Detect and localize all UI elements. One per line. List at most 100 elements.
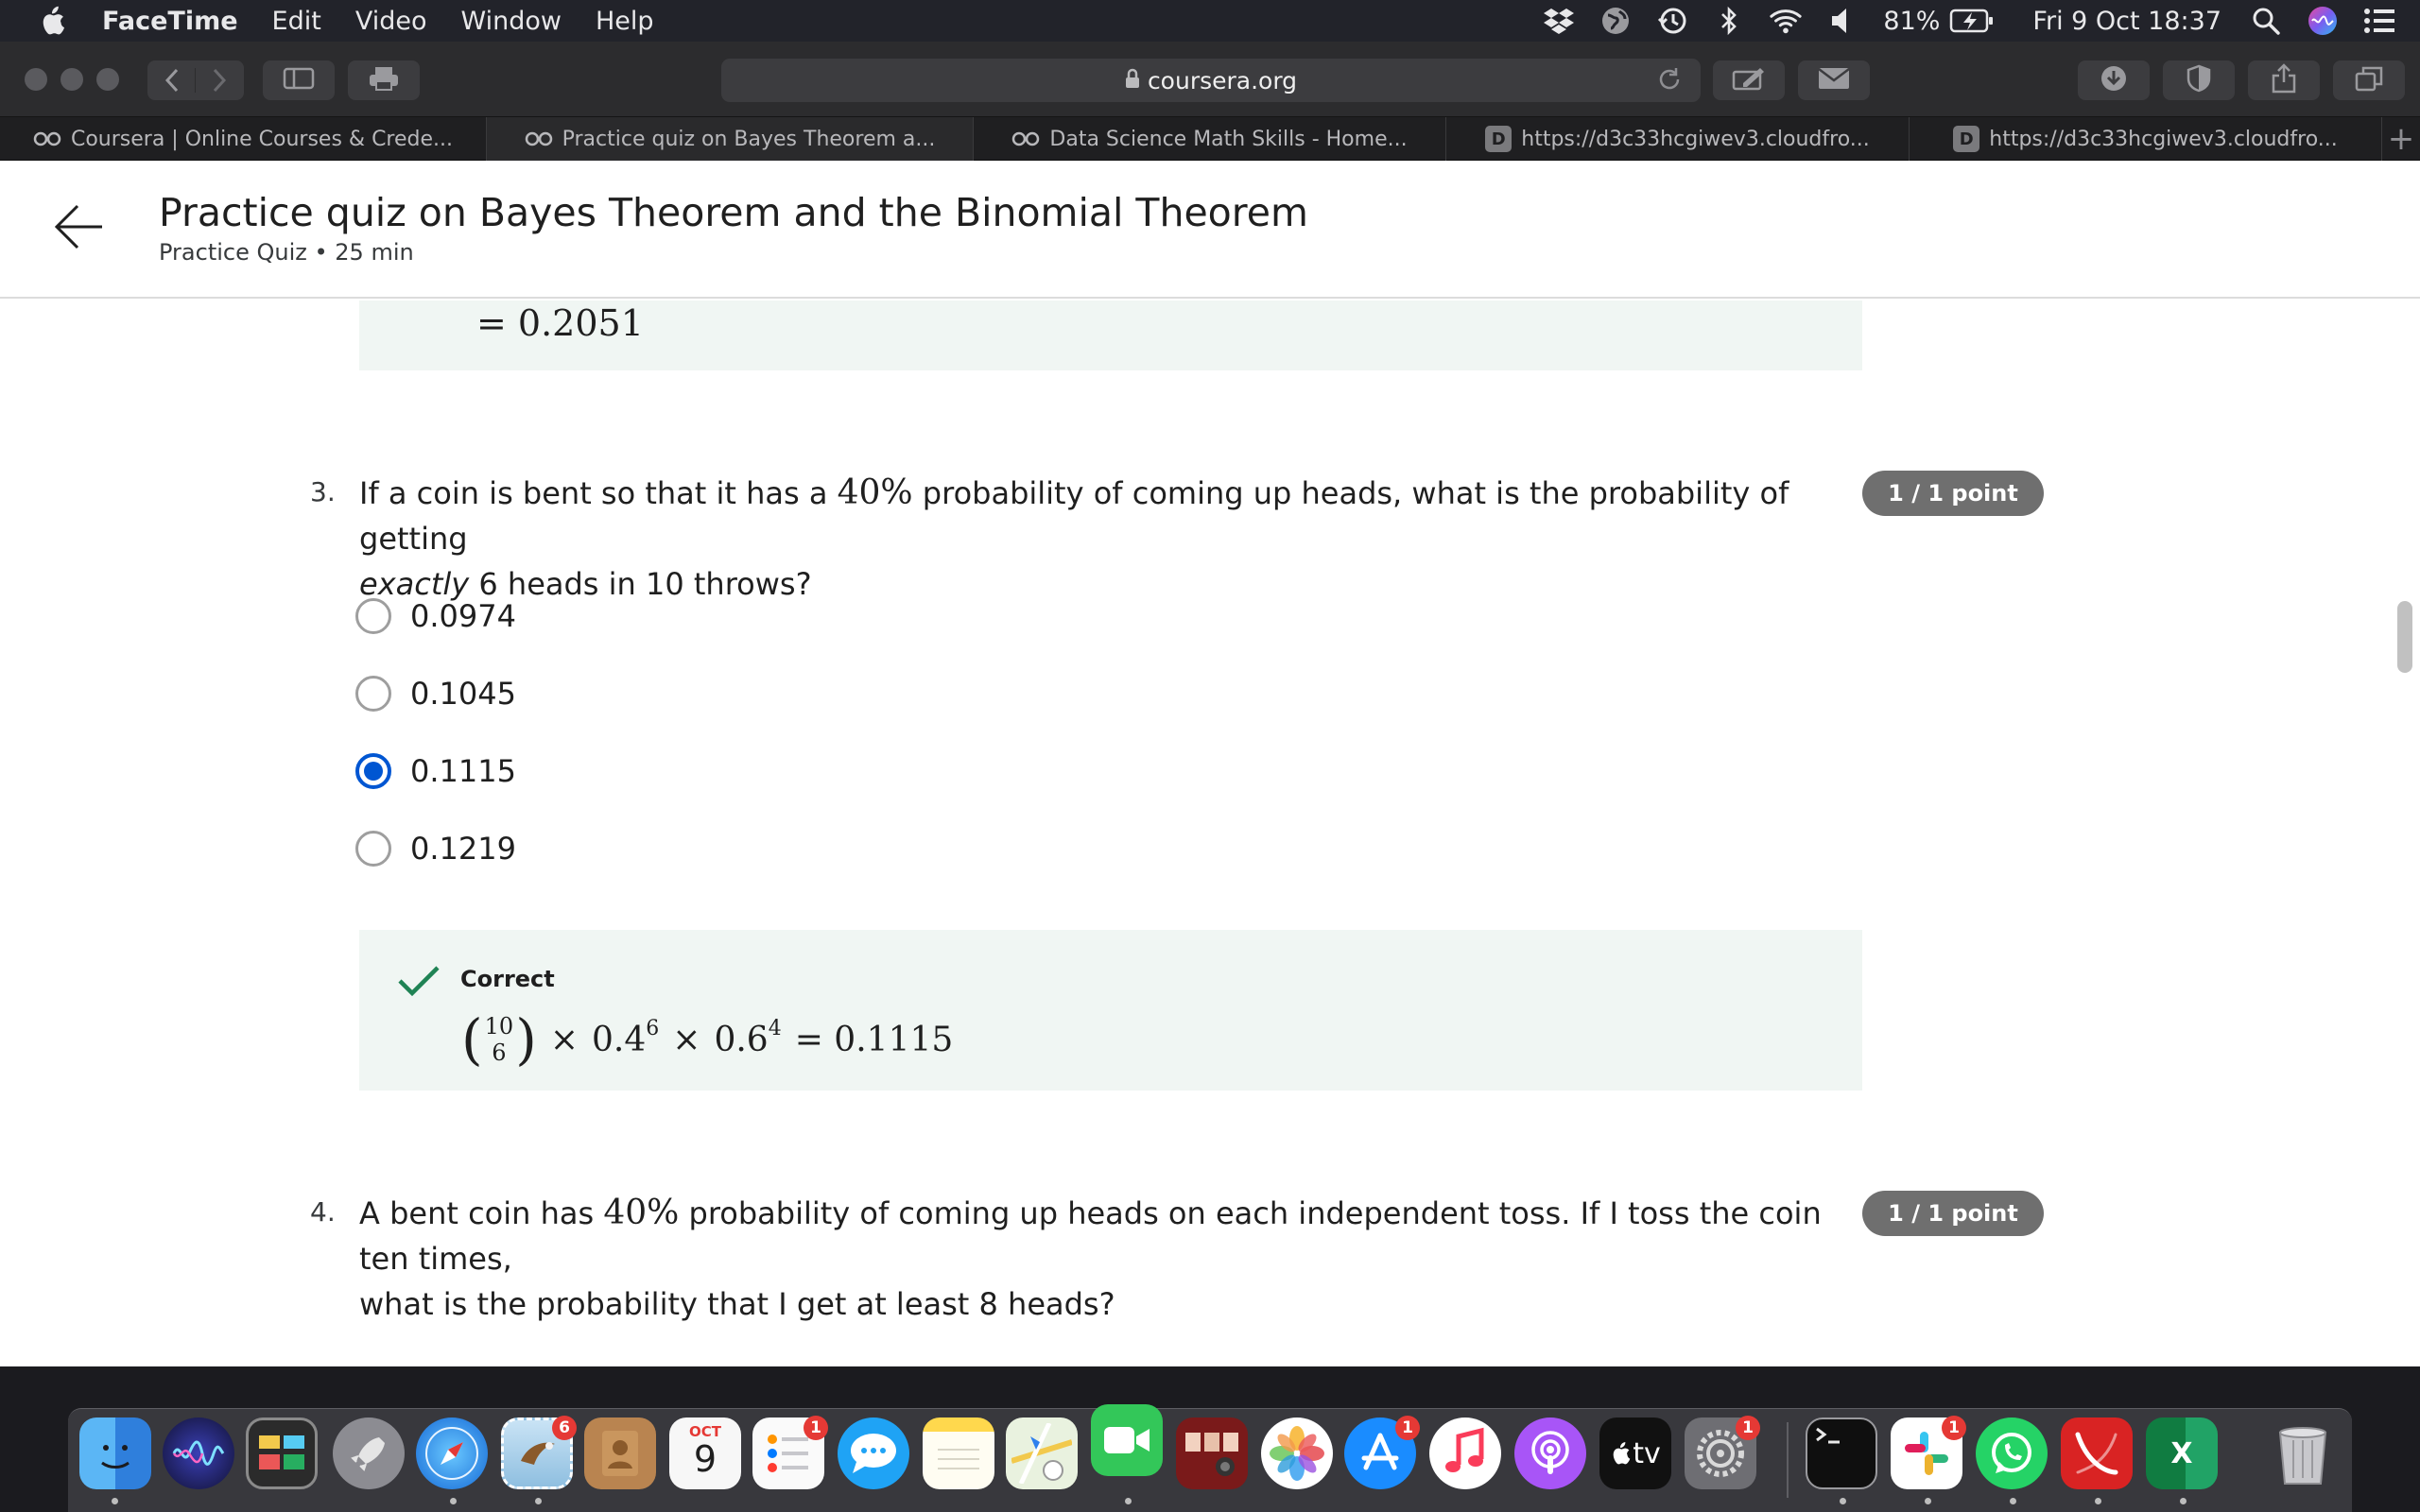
clock[interactable]: Fri 9 Oct 18:37: [2032, 7, 2221, 36]
binomial-left-paren: (: [461, 1007, 483, 1072]
bluetooth-icon[interactable]: [1713, 5, 1745, 37]
tab-label: Coursera | Online Courses & Crede...: [70, 127, 454, 151]
base-2: 0.6: [714, 1020, 769, 1059]
apple-icon[interactable]: [38, 6, 66, 36]
back-forward-buttons: [147, 60, 244, 100]
slack-badge: 1: [1942, 1416, 1966, 1440]
running-indicator: [2095, 1498, 2101, 1504]
markup-button[interactable]: [1713, 60, 1785, 100]
tab-cloudfront-2[interactable]: D https://d3c33hcgiwev3.cloudfro...: [1910, 117, 2382, 161]
radio-button[interactable]: [355, 831, 391, 867]
shield-icon: [2187, 64, 2211, 96]
reload-icon[interactable]: [1655, 65, 1684, 99]
question-3-option-4[interactable]: 0.1219: [355, 826, 516, 871]
photos-icon[interactable]: [1261, 1418, 1333, 1489]
wifi-icon[interactable]: [1770, 5, 1803, 37]
siri-icon[interactable]: [2307, 5, 2339, 37]
close-window-button[interactable]: [25, 68, 47, 91]
tab-cloudfront-1[interactable]: D https://d3c33hcgiwev3.cloudfro...: [1446, 117, 1910, 161]
whatsapp-icon[interactable]: [1976, 1418, 2048, 1489]
d-favicon-icon: D: [1485, 126, 1512, 152]
siri-dock-icon[interactable]: [163, 1418, 234, 1489]
tab-label: https://d3c33hcgiwev3.cloudfro...: [1989, 127, 2338, 151]
volume-icon[interactable]: [1826, 5, 1858, 37]
mail-badge: 6: [552, 1416, 577, 1440]
notification-center-icon[interactable]: [2363, 5, 2395, 37]
apple-tv-icon[interactable]: tv: [1599, 1418, 1671, 1489]
share-button[interactable]: [2248, 60, 2320, 100]
back-icon[interactable]: [148, 68, 196, 93]
terminal-icon[interactable]: [1806, 1418, 1877, 1489]
menu-window[interactable]: Window: [460, 7, 561, 36]
question-text-segment: If a coin is bent so that it has a: [359, 475, 838, 511]
excel-icon[interactable]: X: [2146, 1418, 2218, 1489]
tab-label: https://d3c33hcgiwev3.cloudfro...: [1521, 127, 1870, 151]
binomial-coefficient: 10 6: [485, 1013, 514, 1066]
menu-video[interactable]: Video: [355, 7, 427, 36]
photo-booth-like-icon[interactable]: [246, 1418, 318, 1489]
tab-overview-button[interactable]: [2333, 60, 2405, 100]
scrollbar-thumb[interactable]: [2397, 601, 2412, 673]
menu-app-name[interactable]: FaceTime: [102, 7, 238, 36]
contacts-icon[interactable]: [584, 1418, 656, 1489]
tab-coursera-home[interactable]: Coursera | Online Courses & Crede...: [0, 117, 487, 161]
envelope-icon: [1817, 66, 1851, 94]
share-icon: [2271, 63, 2297, 97]
question-text-segment: 6 heads in 10 throws?: [469, 566, 812, 602]
system-preferences-badge: 1: [1736, 1416, 1760, 1440]
print-button[interactable]: [348, 60, 420, 100]
question-text-segment: A bent coin has: [359, 1195, 604, 1231]
menu-help[interactable]: Help: [596, 7, 654, 36]
battery-icon[interactable]: [1949, 5, 1995, 37]
binomial-top: 10: [484, 1013, 514, 1040]
minimize-window-button[interactable]: [60, 68, 83, 91]
page-title: Practice quiz on Bayes Theorem and the B…: [159, 190, 1308, 235]
mail-button[interactable]: [1798, 60, 1870, 100]
maps-icon[interactable]: [1006, 1418, 1078, 1489]
sidebar-icon: [283, 67, 315, 94]
safari-icon[interactable]: [416, 1418, 488, 1489]
d-favicon-icon: D: [1953, 126, 1980, 152]
checkmark-icon: [397, 964, 441, 1002]
new-tab-button[interactable]: +: [2382, 117, 2420, 160]
tv-label: tv: [1633, 1436, 1661, 1470]
finder-icon[interactable]: [79, 1418, 151, 1489]
facetime-icon[interactable]: [1091, 1404, 1163, 1476]
zoom-window-button[interactable]: [96, 68, 119, 91]
photo-booth-icon[interactable]: [1176, 1418, 1248, 1489]
menu-edit[interactable]: Edit: [272, 7, 321, 36]
question-3-option-2[interactable]: 0.1045: [355, 671, 516, 716]
notes-icon[interactable]: [923, 1418, 994, 1489]
tab-data-science-math[interactable]: Data Science Math Skills - Home...: [974, 117, 1446, 161]
privacy-button[interactable]: [2163, 60, 2235, 100]
trash-icon[interactable]: [2267, 1418, 2339, 1489]
messages-icon[interactable]: [838, 1418, 909, 1489]
acrobat-reader-icon[interactable]: [2061, 1418, 2133, 1489]
sidebar-toggle-button[interactable]: [263, 60, 335, 100]
downloads-button[interactable]: [2078, 60, 2150, 100]
radio-button[interactable]: [355, 676, 391, 712]
radio-button-selected[interactable]: [355, 753, 391, 789]
markup-icon: [1732, 66, 1766, 94]
question-3-option-1[interactable]: 0.0974: [355, 593, 516, 639]
running-indicator: [112, 1498, 118, 1504]
back-arrow-icon[interactable]: [53, 203, 104, 254]
spotlight-icon[interactable]: [2250, 5, 2282, 37]
calendar-icon[interactable]: OCT 9: [669, 1418, 741, 1489]
quiz-header: Practice quiz on Bayes Theorem and the B…: [0, 162, 2420, 299]
times-symbol: ×: [549, 1020, 579, 1059]
time-machine-icon[interactable]: [1656, 5, 1688, 37]
radio-dot: [364, 762, 383, 781]
question-text-segment: what is the probability that I get at le…: [359, 1286, 1115, 1322]
question-3-option-3[interactable]: 0.1115: [355, 748, 516, 794]
tab-practice-quiz[interactable]: Practice quiz on Bayes Theorem a...: [487, 117, 974, 161]
launchpad-icon[interactable]: [333, 1418, 405, 1489]
reminders-badge: 1: [804, 1416, 828, 1440]
globe-icon[interactable]: [1599, 5, 1632, 37]
music-icon[interactable]: [1429, 1418, 1501, 1489]
radio-button[interactable]: [355, 598, 391, 634]
forward-icon[interactable]: [196, 68, 243, 93]
podcasts-icon[interactable]: [1514, 1418, 1586, 1489]
dropbox-icon[interactable]: [1543, 5, 1575, 37]
address-bar[interactable]: coursera.org: [721, 59, 1701, 102]
